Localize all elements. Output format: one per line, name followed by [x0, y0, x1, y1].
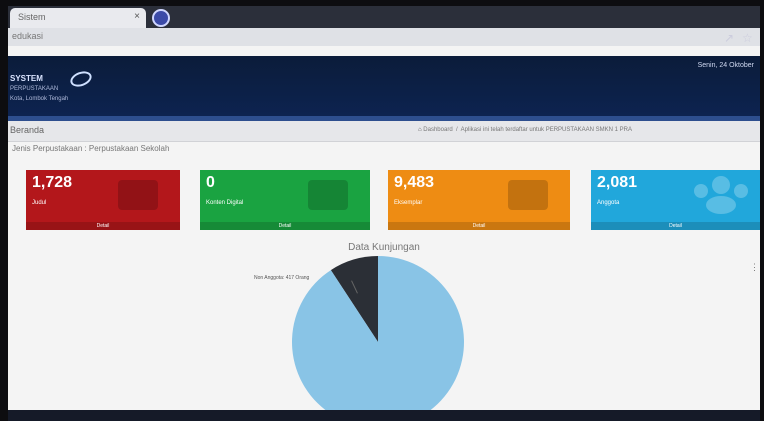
- address-text: edukasi: [12, 31, 44, 41]
- browser-tabbar: Sistem ×: [8, 6, 760, 28]
- star-icon[interactable]: ☆: [742, 31, 753, 45]
- breadcrumb-trail: ⌂ Dashboard / Aplikasi ini telah terdaft…: [418, 127, 632, 133]
- tab-close-icon[interactable]: ×: [134, 11, 140, 22]
- home-icon[interactable]: ⌂: [418, 127, 422, 133]
- system-location: Kota, Lombok Tengah: [10, 96, 69, 102]
- monitor-screen: Sistem × edukasi ↗ ☆ SYSTEM PERPUSTAKAAN…: [8, 6, 760, 410]
- stat-value: 0: [206, 174, 215, 191]
- browser-tab[interactable]: Sistem ×: [10, 8, 146, 28]
- share-icon[interactable]: ↗: [724, 31, 734, 45]
- pie-leader-line: [351, 280, 358, 294]
- breadcrumb: Beranda ⌂ Dashboard / Aplikasi ini telah…: [8, 121, 760, 142]
- stat-box-anggota[interactable]: 2,081 Anggota Detail: [591, 170, 760, 230]
- stat-box-konten-digital[interactable]: 0 Konten Digital Detail: [200, 170, 370, 230]
- pie-slice-1[interactable]: [292, 256, 464, 410]
- book-icon: [308, 180, 348, 210]
- page-title: Beranda: [10, 125, 45, 135]
- book-icon: [118, 180, 158, 210]
- app-header: SYSTEM PERPUSTAKAAN Kota, Lombok Tengah …: [8, 56, 760, 116]
- chart-title: Data Kunjungan: [348, 242, 420, 253]
- stat-value: 1,728: [32, 174, 73, 191]
- address-bar[interactable]: edukasi ↗ ☆: [8, 28, 760, 46]
- logo-icon: [68, 68, 94, 90]
- stat-detail-link[interactable]: Detail: [26, 222, 180, 230]
- chrome-logo-icon[interactable]: [152, 9, 170, 27]
- stat-box-eksemplar[interactable]: 9,483 Eksemplar Detail: [388, 170, 570, 230]
- pie-label-non-anggota: Non Anggota: 417 Orang: [254, 275, 310, 281]
- system-name: SYSTEM: [10, 74, 43, 83]
- chart-menu-icon[interactable]: ⋮: [750, 262, 759, 273]
- stat-label: Konten Digital: [206, 200, 244, 206]
- users-icon: [692, 176, 752, 216]
- book-icon: [508, 180, 548, 210]
- stat-label: Anggota: [597, 200, 620, 206]
- stat-value: 2,081: [597, 174, 638, 191]
- stat-label: Judul: [32, 200, 47, 206]
- stat-label: Eksemplar: [394, 200, 423, 206]
- stat-detail-link[interactable]: Detail: [200, 222, 370, 230]
- stat-detail-link[interactable]: Detail: [591, 222, 760, 230]
- stat-detail-link[interactable]: Detail: [388, 222, 570, 230]
- breadcrumb-dashboard[interactable]: Dashboard: [423, 127, 452, 133]
- stat-box-judul[interactable]: 1,728 Judul Detail: [26, 170, 180, 230]
- library-type: Jenis Perpustakaan : Perpustakaan Sekola…: [12, 144, 170, 153]
- taskbar: [8, 410, 760, 421]
- system-subtitle: PERPUSTAKAAN: [10, 86, 59, 92]
- header-date: Senin, 24 Oktober: [697, 62, 754, 69]
- tab-title: Sistem: [18, 12, 46, 22]
- pie-slice-0[interactable]: [330, 256, 378, 342]
- stat-value: 9,483: [394, 174, 435, 191]
- registration-message: Aplikasi ini telah terdaftar untuk PERPU…: [460, 127, 632, 133]
